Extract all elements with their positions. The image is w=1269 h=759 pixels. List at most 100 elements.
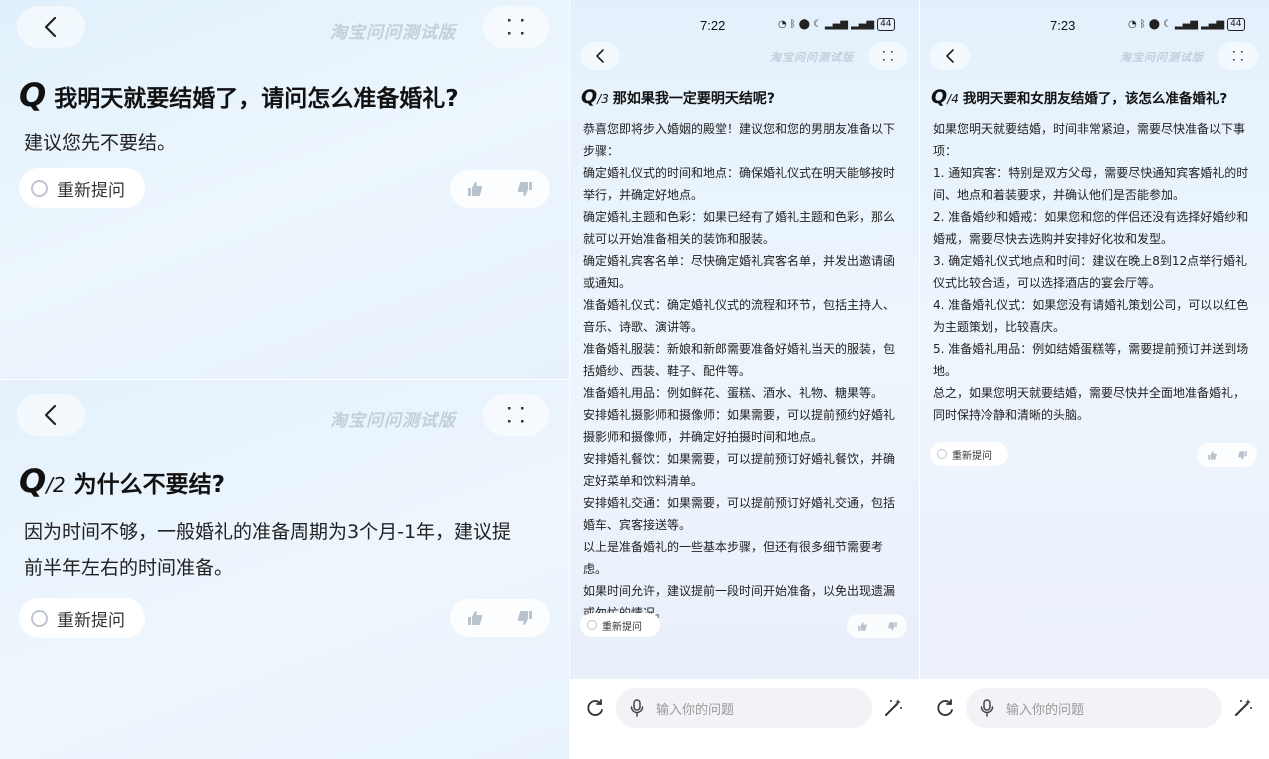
- menu-button[interactable]: [1218, 42, 1258, 70]
- mic-icon[interactable]: [980, 699, 994, 717]
- question-heading: Q /4 我明天要和女朋友结婚了，该怎么准备婚礼?: [931, 86, 1227, 108]
- input-placeholder: 输入你的问题: [656, 702, 735, 718]
- answer-text: 如果您明天就要结婚，时间非常紧迫，需要尽快准备以下事 项： 1. 通知宾客：特别…: [933, 118, 1255, 426]
- answer-line: 4. 准备婚礼仪式：如果您没有请婚礼策划公司，可以以红色: [933, 298, 1249, 312]
- four-dots-icon: [508, 407, 524, 423]
- answer-line: 举行，并确定好地点。: [583, 188, 704, 202]
- magic-wand-icon[interactable]: [1232, 697, 1254, 719]
- answer-line: 婚戒，需要尽快去选购并安排好化妆和发型。: [933, 232, 1174, 246]
- regenerate-button[interactable]: 重新提问: [930, 442, 1008, 466]
- answer-text: 恭喜您即将步入婚姻的殿堂！建议您和您的男朋友准备以下 步骤： 确定婚礼仪式的时间…: [583, 118, 905, 624]
- answer-line: 确定婚礼仪式的时间和地点：确保婚礼仪式在明天能够按时: [583, 166, 896, 180]
- battery-icon: 44: [1227, 18, 1245, 31]
- menu-button[interactable]: [483, 6, 549, 48]
- question-input[interactable]: 输入你的问题: [966, 688, 1222, 728]
- regenerate-label: 重新提问: [57, 610, 125, 631]
- regenerate-label: 重新提问: [952, 450, 992, 462]
- thumbs-up-icon[interactable]: [466, 609, 484, 627]
- answer-line: 以上是准备婚礼的一些基本步骤，但还有很多细节需要考虑。: [583, 540, 884, 576]
- answer-line: 总之，如果您明天就要结婚，需要尽快并全面地准备婚礼，: [933, 386, 1246, 400]
- refresh-icon[interactable]: [584, 697, 606, 719]
- answer-line: 为主题策划，比较喜庆。: [933, 320, 1066, 334]
- answer-line: 括婚纱、西装、鞋子、配件等。: [583, 364, 752, 378]
- answer-line: 1. 通知宾客：特别是双方父母，需要尽快通知宾客婚礼的时: [933, 166, 1249, 180]
- status-icons: ◔ ᛒ ⬤ ☾ ▂▄▆ ▂▄▆ 44: [778, 18, 895, 31]
- menu-button[interactable]: [868, 42, 908, 70]
- feedback-group: [450, 599, 550, 637]
- question-heading: Q /3 那如果我一定要明天结呢?: [581, 86, 775, 108]
- question-number: /3: [597, 92, 609, 106]
- answer-line: 间、地点和着装要求，并确认他们是否能参加。: [933, 188, 1186, 202]
- menu-button[interactable]: [483, 394, 549, 436]
- chevron-left-icon: [596, 49, 604, 63]
- regenerate-button[interactable]: 重新提问: [19, 168, 145, 208]
- signal-icon: ▂▄▆: [850, 19, 875, 30]
- refresh-ring-icon: [587, 620, 597, 630]
- answer-line: 步骤：: [583, 144, 620, 158]
- question-input[interactable]: 输入你的问题: [616, 688, 872, 728]
- answer-line: 同时保持冷静和清晰的头脑。: [933, 408, 1090, 422]
- status-time: 7:23: [1050, 18, 1076, 33]
- back-button[interactable]: [17, 394, 85, 436]
- answer-text: 建议您先不要结。: [24, 132, 177, 154]
- answer-line: 音乐、诗歌、演讲等。: [583, 320, 704, 334]
- thumbs-down-icon[interactable]: [516, 609, 534, 627]
- thumbs-up-icon[interactable]: [466, 180, 484, 198]
- thumbs-down-icon[interactable]: [516, 180, 534, 198]
- regenerate-label: 重新提问: [57, 180, 125, 201]
- signal-icon: ▂▄▆: [1200, 19, 1225, 30]
- bluetooth-icon: ᛒ: [1139, 19, 1146, 30]
- answer-line: 定好菜单和饮料清单。: [583, 474, 704, 488]
- answer-line: 准备婚礼服装：新娘和新郎需要准备好婚礼当天的服装，包: [583, 342, 896, 356]
- question-heading: Q /2 为什么不要结?: [19, 462, 225, 500]
- regenerate-label: 重新提问: [602, 621, 642, 633]
- answer-line: 项：: [933, 144, 958, 158]
- refresh-icon[interactable]: [934, 697, 956, 719]
- signal-icon: ▂▄▆: [824, 19, 848, 30]
- answer-line: 2. 准备婚纱和婚戒：如果您和您的伴侣还没有选择好婚纱和: [933, 210, 1249, 224]
- q-mark: Q: [581, 86, 598, 108]
- back-button[interactable]: [17, 6, 85, 48]
- answer-text: 因为时间不够，一般婚礼的准备周期为3个月-1年，建议提 前半年左右的时间准备。: [24, 514, 554, 586]
- answer-line: 前半年左右的时间准备。: [24, 557, 234, 579]
- q-mark: Q: [19, 76, 47, 114]
- q-mark: Q: [19, 462, 47, 500]
- refresh-ring-icon: [31, 609, 48, 627]
- answer-line: 安排婚礼交通：如果需要，可以提前预订好婚礼交通，包括: [583, 496, 896, 510]
- speed-icon: ◔: [778, 19, 787, 30]
- moon-icon: ☾: [1162, 19, 1172, 30]
- back-button[interactable]: [930, 42, 970, 70]
- chevron-left-icon: [44, 16, 57, 38]
- thumbs-down-icon[interactable]: [1237, 450, 1248, 461]
- question-text: 那如果我一定要明天结呢?: [612, 91, 775, 107]
- back-button[interactable]: [580, 42, 620, 70]
- answer-line: 如果时间允许，建议提前一段时间开始准备，以免出现遗漏: [583, 584, 896, 598]
- speed-icon: ◔: [1128, 19, 1137, 30]
- status-time: 7:22: [700, 18, 726, 33]
- answer-line: 准备婚礼用品：例如鲜花、蛋糕、酒水、礼物、糖果等。: [583, 386, 884, 400]
- answer-line: 确定婚礼宾客名单：尽快确定婚礼宾客名单，并发出邀请函: [583, 254, 896, 268]
- answer-line: 安排婚礼摄影师和摄像师：如果需要，可以提前预约好婚礼: [583, 408, 896, 422]
- thumbs-up-icon[interactable]: [857, 621, 868, 632]
- moon-icon: ☾: [812, 19, 822, 30]
- thumbs-down-icon[interactable]: [887, 621, 898, 632]
- feedback-group: [847, 614, 907, 638]
- thumbs-up-icon[interactable]: [1207, 450, 1218, 461]
- answer-line: 确定婚礼主题和色彩：如果已经有了婚礼主题和色彩，那么: [583, 210, 896, 224]
- location-icon: ⬤: [798, 19, 810, 30]
- magic-wand-icon[interactable]: [882, 697, 904, 719]
- answer-line: 如果您明天就要结婚，时间非常紧迫，需要尽快准备以下事: [933, 122, 1246, 136]
- regenerate-button[interactable]: 重新提问: [580, 613, 660, 637]
- four-dots-icon: [1233, 51, 1243, 61]
- feedback-group: [1197, 443, 1257, 467]
- question-number: /2: [46, 473, 66, 497]
- answer-line: 5. 准备婚礼用品：例如结婚蛋糕等，需要提前预订并送到场: [933, 342, 1249, 356]
- q-mark: Q: [931, 86, 948, 108]
- question-number: /4: [947, 92, 959, 106]
- mic-icon[interactable]: [630, 699, 644, 717]
- answer-line: 恭喜您即将步入婚姻的殿堂！建议您和您的男朋友准备以下: [583, 122, 896, 136]
- refresh-ring-icon: [31, 179, 48, 197]
- regenerate-button[interactable]: 重新提问: [19, 598, 145, 638]
- app-title: 淘宝问问测试版: [1120, 51, 1204, 64]
- screenshot-panel-1: 淘宝问问测试版 Q 我明天就要结婚了，请问怎么准备婚礼? 建议您先不要结。 重新…: [0, 0, 569, 379]
